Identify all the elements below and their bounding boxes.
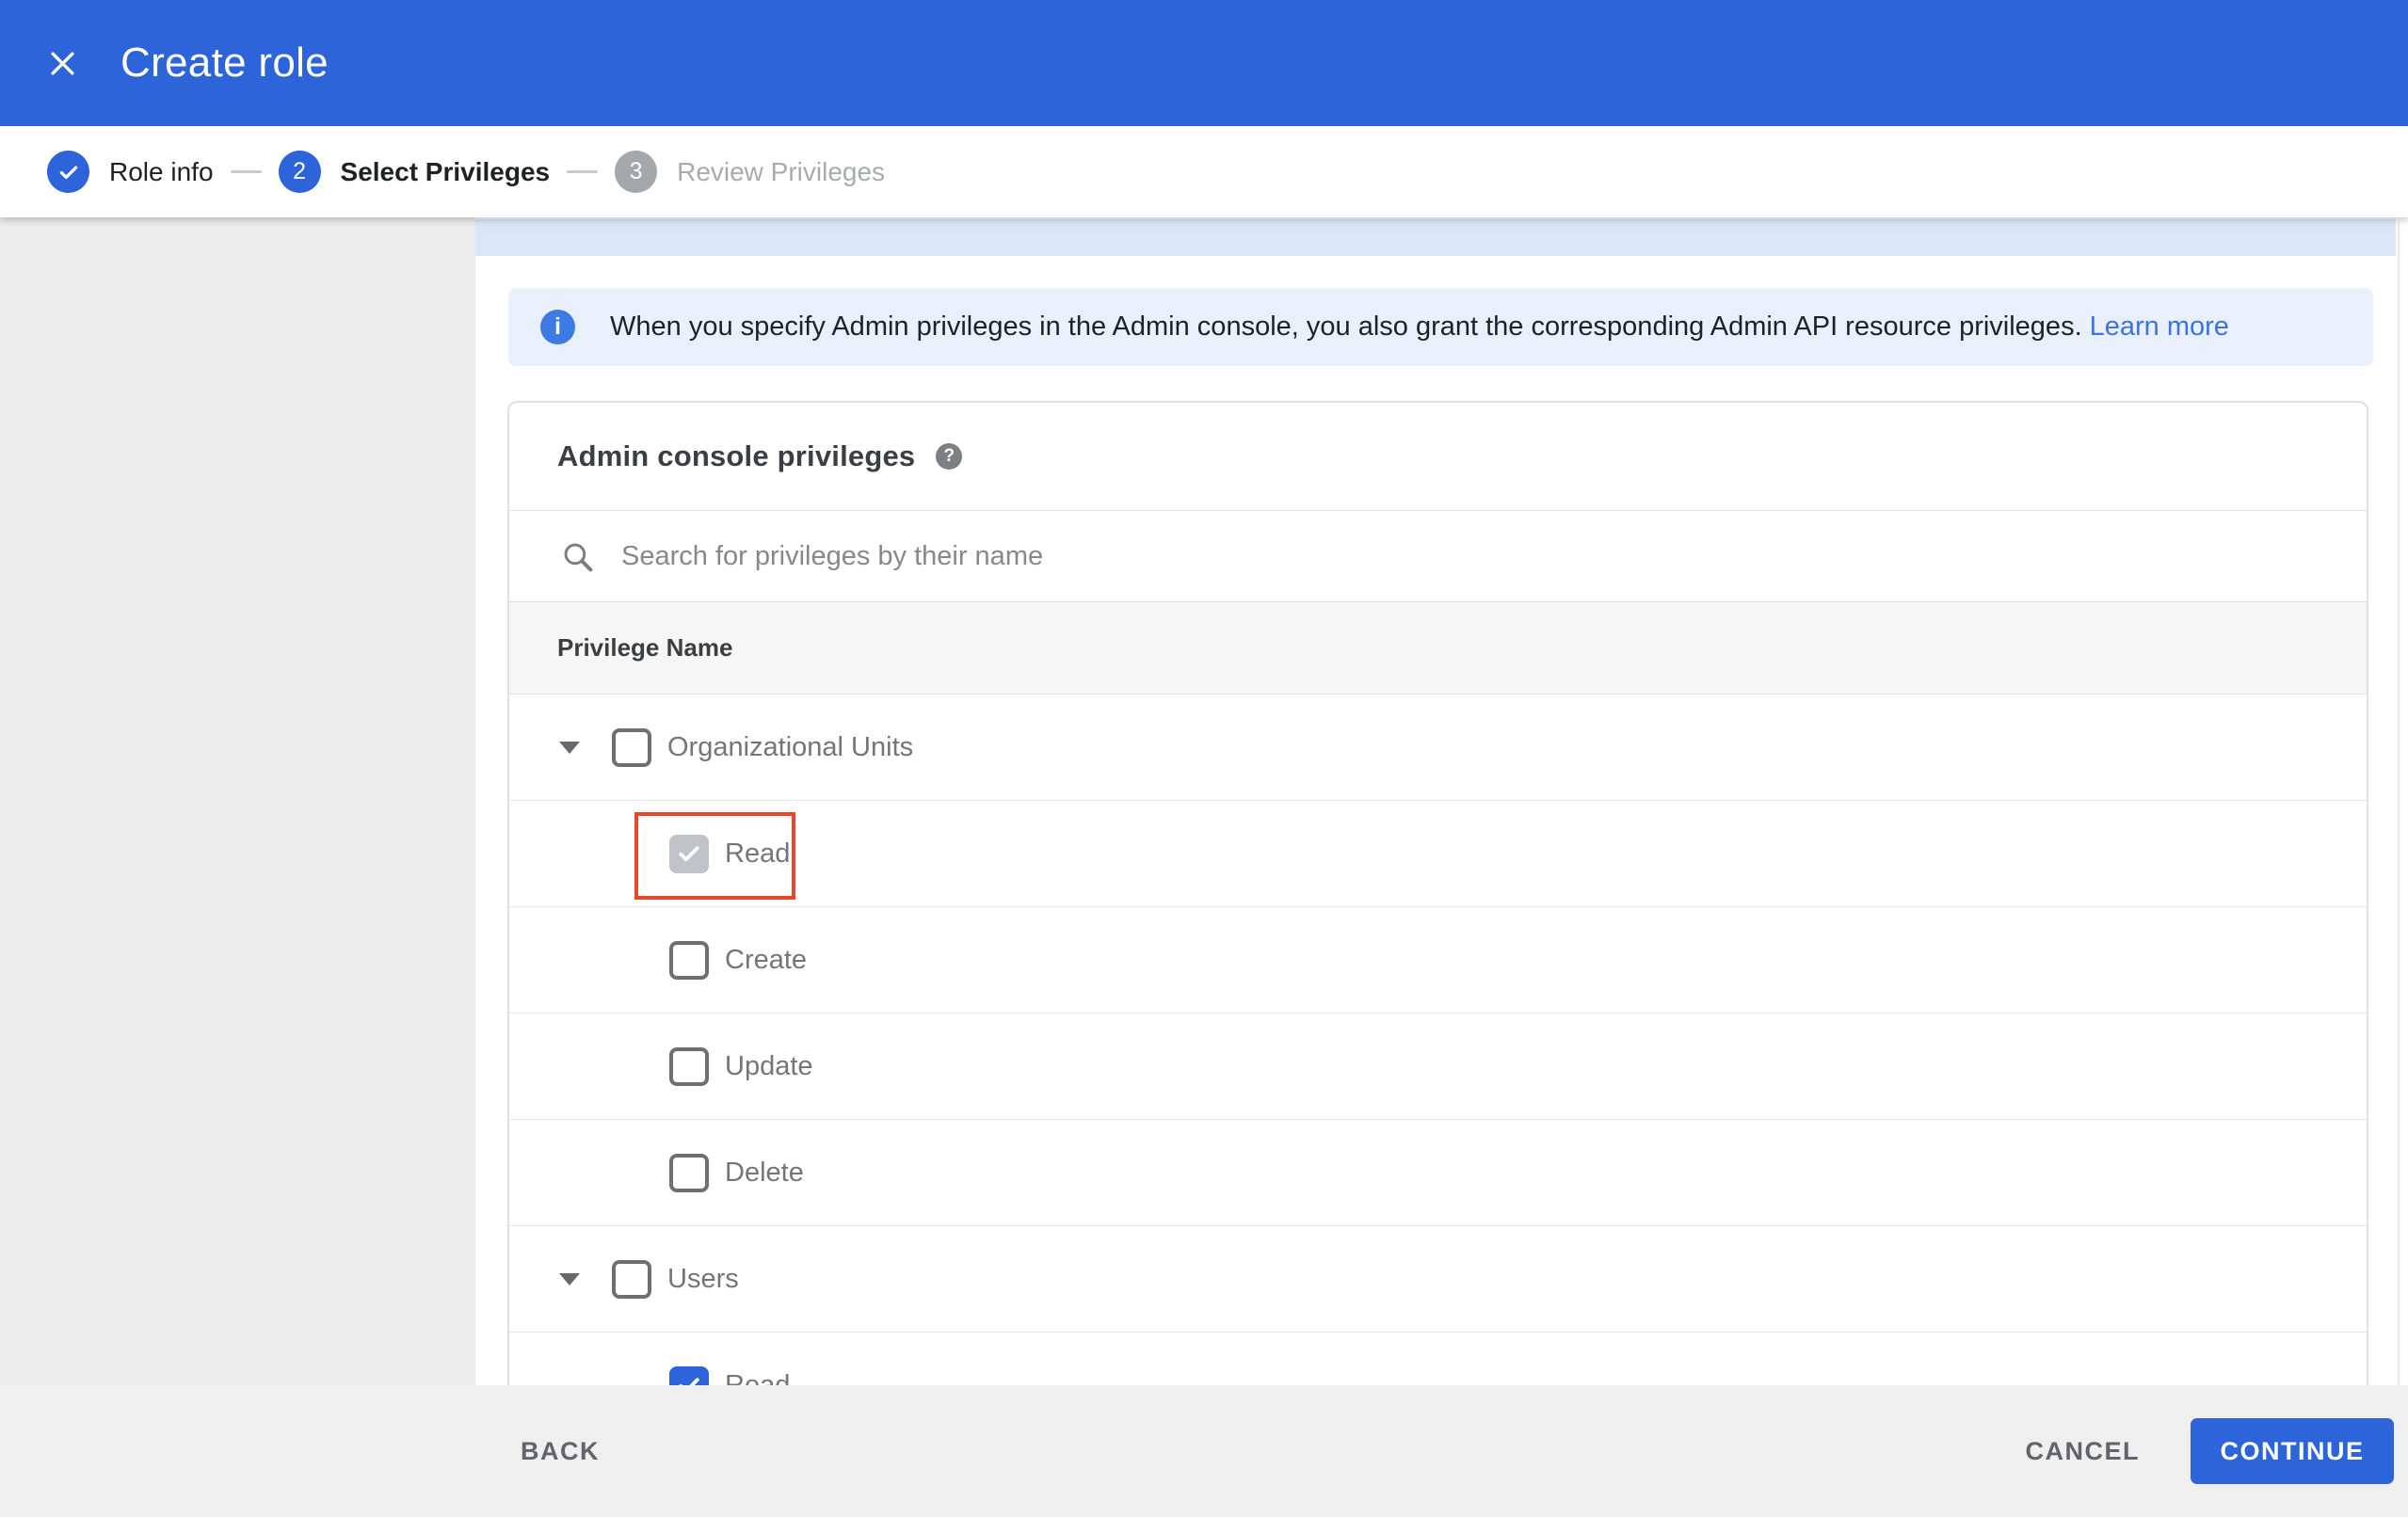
chevron-down-icon[interactable] — [559, 741, 580, 754]
step-review-privileges[interactable]: 3 Review Privileges — [615, 151, 885, 193]
learn-more-link[interactable]: Learn more — [2090, 311, 2229, 342]
banner-text: When you specify Admin privileges in the… — [610, 311, 2229, 343]
scrolled-banner-edge — [475, 219, 2396, 256]
info-icon: i — [540, 310, 575, 344]
close-x-glyph — [50, 51, 74, 75]
admin-privileges-card: Admin console privileges ? Privilege Nam… — [507, 401, 2368, 1445]
privilege-label: Create — [725, 944, 808, 975]
checkbox-update[interactable] — [669, 1046, 709, 1086]
step-role-info[interactable]: Role info — [47, 151, 214, 193]
dialog-title: Create role — [120, 40, 329, 86]
checkbox-users[interactable] — [612, 1259, 651, 1299]
card-title: Admin console privileges — [557, 439, 916, 472]
step-select-privileges[interactable]: 2 Select Privileges — [278, 151, 551, 193]
close-icon[interactable] — [41, 42, 83, 84]
step-label: Review Privileges — [677, 156, 886, 186]
privilege-row-update-3: Update — [509, 1014, 2367, 1120]
privilege-label: Update — [725, 1050, 813, 1081]
checkbox-organizational-units[interactable] — [612, 727, 651, 767]
column-header-privilege-name: Privilege Name — [557, 633, 733, 662]
privilege-rows: Organizational Units Read Create Update Dele… — [509, 695, 2367, 1439]
checkbox-delete[interactable] — [669, 1153, 709, 1192]
appbar: Create role — [0, 0, 2408, 126]
banner-message: When you specify Admin privileges in the… — [610, 311, 2082, 342]
checkbox-read[interactable] — [669, 834, 709, 873]
content-area: i When you specify Admin privileges in t… — [475, 217, 2408, 1517]
scroll-track-line — [2398, 221, 2400, 1517]
cancel-button[interactable]: CANCEL — [2026, 1437, 2141, 1466]
step-number-badge: 2 — [278, 151, 321, 193]
privilege-row-create-2: Create — [509, 907, 2367, 1014]
step-complete-check-icon — [47, 151, 89, 193]
card-header: Admin console privileges ? — [509, 403, 2367, 511]
search-input[interactable] — [621, 540, 2033, 572]
privilege-row-delete-4: Delete — [509, 1120, 2367, 1226]
privilege-label: Users — [667, 1263, 739, 1294]
step-label: Role info — [109, 156, 214, 186]
table-header-row: Privilege Name — [509, 602, 2367, 695]
privilege-label: Delete — [725, 1157, 804, 1188]
checkbox-create[interactable] — [669, 940, 709, 980]
back-button[interactable]: BACK — [521, 1437, 600, 1466]
stepper: Role info 2 Select Privileges 3 Review P… — [0, 126, 2408, 217]
search-icon — [560, 539, 595, 574]
help-icon[interactable]: ? — [936, 443, 963, 470]
step-divider — [230, 170, 262, 173]
privilege-row-read-1: Read — [509, 801, 2367, 907]
step-number-badge: 3 — [615, 151, 658, 193]
privilege-row-organizational-units: Organizational Units — [509, 695, 2367, 801]
step-label: Select Privileges — [340, 156, 551, 186]
privilege-label: Read — [725, 838, 791, 869]
privilege-search-row — [509, 511, 2367, 602]
privilege-label: Organizational Units — [667, 731, 914, 762]
chevron-down-icon[interactable] — [559, 1272, 580, 1285]
step-divider — [567, 170, 599, 173]
create-role-dialog: Create role Role info 2 Select Privilege… — [0, 0, 2408, 1517]
left-panel — [0, 217, 475, 1517]
continue-button[interactable]: CONTINUE — [2191, 1418, 2394, 1484]
info-banner: i When you specify Admin privileges in t… — [508, 288, 2373, 366]
footer-bar: BACK CANCEL CONTINUE — [0, 1385, 2408, 1517]
privilege-row-users: Users — [509, 1226, 2367, 1333]
